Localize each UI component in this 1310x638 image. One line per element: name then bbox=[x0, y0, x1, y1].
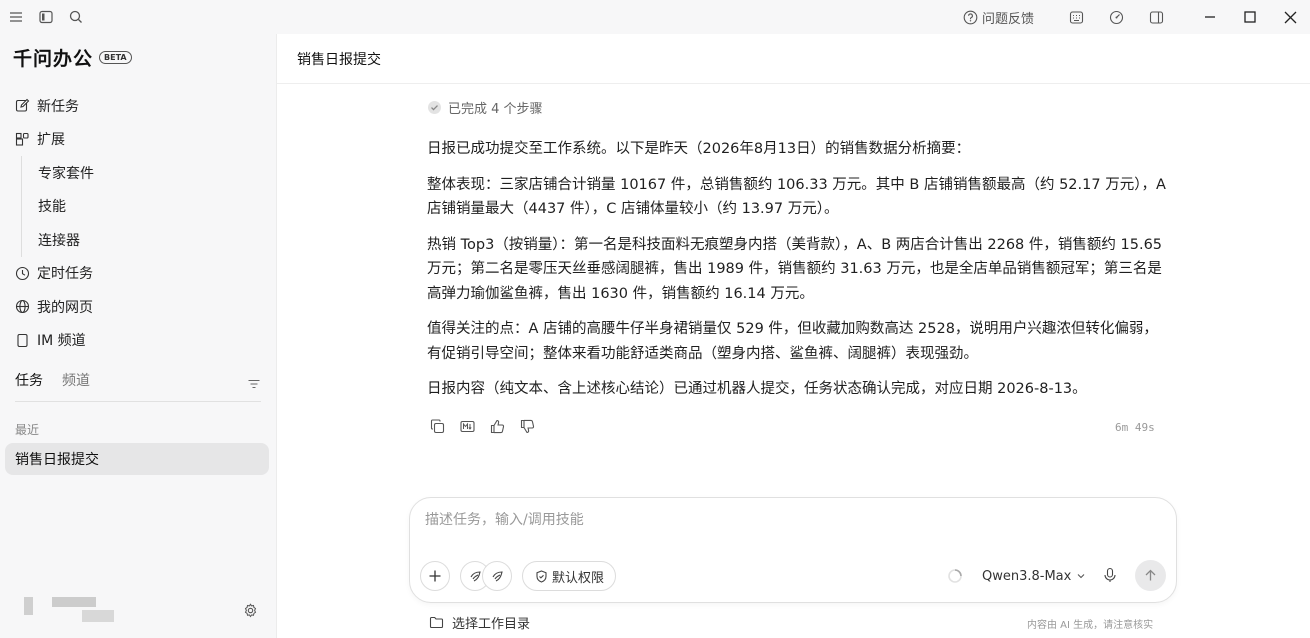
clock-icon bbox=[15, 266, 30, 280]
steps-summary[interactable]: 已完成 4 个步骤 bbox=[427, 98, 543, 117]
shield-icon bbox=[536, 569, 547, 583]
arrow-up-icon bbox=[1145, 569, 1156, 581]
workdir-label: 选择工作目录 bbox=[452, 617, 531, 632]
add-button[interactable] bbox=[420, 561, 450, 591]
extension-icon bbox=[15, 132, 29, 146]
main-panel: 销售日报提交 已完成 4 个步骤 日报已成功提交至工作系统。以下是昨天（2026… bbox=[276, 34, 1310, 638]
sidebar-item-label: 技能 bbox=[38, 199, 66, 216]
check-circle-icon bbox=[428, 101, 441, 114]
panel-toggle-icon[interactable] bbox=[1136, 0, 1176, 34]
sidebar-item-label: 连接器 bbox=[38, 232, 80, 249]
message-paragraph: 热销 Top3（按销量）：第一名是科技面料无痕塑身内搭（美背款），A、B 两店合… bbox=[427, 236, 1163, 302]
sidebar-item-label: 专家套件 bbox=[38, 165, 94, 182]
sidebar-item-connectors[interactable]: 连接器 bbox=[0, 223, 276, 257]
avatar[interactable] bbox=[24, 597, 33, 615]
minimize-icon[interactable] bbox=[1190, 0, 1230, 34]
copy-icon[interactable] bbox=[429, 418, 446, 439]
skill-button[interactable] bbox=[482, 561, 512, 591]
assistant-message: 日报已成功提交至工作系统。以下是昨天（2026年8月13日）的销售数据分析摘要：… bbox=[427, 137, 1167, 413]
loading-spinner-icon bbox=[947, 568, 963, 588]
markdown-icon[interactable] bbox=[459, 418, 476, 439]
user-info-blurred bbox=[82, 610, 114, 622]
keyboard-icon[interactable] bbox=[1056, 0, 1096, 34]
skill-icon bbox=[492, 570, 503, 581]
sidebar-item-scheduled[interactable]: 定时任务 bbox=[0, 257, 276, 291]
recent-label: 最近 bbox=[15, 423, 40, 437]
model-select[interactable]: Qwen3.8-Max bbox=[982, 561, 1086, 591]
composer: 默认权限 Qwen3.8-Max bbox=[409, 497, 1177, 603]
task-input[interactable] bbox=[425, 512, 1145, 528]
elapsed-time: 6m 49s bbox=[1115, 421, 1155, 434]
close-icon[interactable] bbox=[1270, 0, 1310, 34]
titlebar: 问题反馈 bbox=[0, 0, 1310, 34]
sidebar-item-label: 我的网页 bbox=[37, 299, 93, 316]
sidebar-item-extensions[interactable]: 扩展 bbox=[0, 123, 276, 157]
thumbs-down-icon[interactable] bbox=[519, 418, 536, 439]
brand: 千问办公 BETA bbox=[13, 44, 132, 71]
model-label: Qwen3.8-Max bbox=[982, 568, 1072, 584]
globe-icon bbox=[15, 300, 30, 314]
help-icon bbox=[963, 10, 978, 24]
permission-button[interactable]: 默认权限 bbox=[522, 561, 617, 591]
ai-disclaimer: 内容由 AI 生成，请注意核实 bbox=[1027, 620, 1154, 631]
message-paragraph: 日报已成功提交至工作系统。以下是昨天（2026年8月13日）的销售数据分析摘要： bbox=[427, 141, 971, 157]
beta-badge: BETA bbox=[99, 51, 132, 64]
select-workdir-button[interactable]: 选择工作目录 bbox=[429, 613, 530, 632]
feedback-button[interactable]: 问题反馈 bbox=[963, 8, 1034, 27]
tab-channels[interactable]: 频道 bbox=[62, 370, 90, 402]
send-button[interactable] bbox=[1135, 560, 1166, 591]
sidebar-item-label: 扩展 bbox=[37, 132, 65, 149]
sidebar-toggle-icon[interactable] bbox=[39, 10, 53, 24]
brand-name: 千问办公 bbox=[13, 48, 94, 70]
sidebar-item-webpages[interactable]: 我的网页 bbox=[0, 290, 276, 324]
message-paragraph: 整体表现：三家店铺合计销量 10167 件，总销售额约 106.33 万元。其中… bbox=[427, 176, 1166, 218]
message-paragraph: 日报内容（纯文本、含上述核心结论）已通过机器人提交，任务状态确认完成，对应日期 … bbox=[427, 381, 1087, 397]
task-item-label: 销售日报提交 bbox=[15, 452, 99, 468]
sidebar-item-skills[interactable]: 技能 bbox=[0, 189, 276, 224]
sidebar-item-expert-suite[interactable]: 专家套件 bbox=[0, 156, 276, 190]
message-paragraph: 值得关注的点：A 店铺的高腰牛仔半身裙销量仅 529 件，但收藏加购数高达 25… bbox=[427, 321, 1158, 362]
sidebar-item-label: IM 频道 bbox=[37, 333, 86, 350]
sidebar-item-label: 定时任务 bbox=[37, 266, 93, 283]
menu-icon[interactable] bbox=[9, 10, 23, 24]
tab-tasks[interactable]: 任务 bbox=[15, 370, 43, 402]
maximize-icon[interactable] bbox=[1230, 0, 1270, 34]
sidebar-nav: 新任务 扩展 专家套件 技能 连接器 定时任务 我的网页 IM 频道 bbox=[0, 89, 276, 357]
chevron-down-icon bbox=[1077, 574, 1085, 579]
gear-icon[interactable] bbox=[243, 603, 258, 622]
sidebar: 千问办公 BETA 新任务 扩展 专家套件 技能 连接器 定时任务 我的网页 I… bbox=[0, 34, 276, 638]
app-window: 问题反馈 千问办公 BETA 新任务 扩展 专家套件 技能 连接器 定时任务 我… bbox=[0, 0, 1310, 638]
plus-icon bbox=[429, 570, 441, 582]
filter-icon[interactable] bbox=[247, 376, 261, 395]
phone-icon bbox=[17, 333, 28, 347]
microphone-icon[interactable] bbox=[1102, 567, 1118, 587]
sidebar-item-im-channel[interactable]: IM 频道 bbox=[0, 324, 276, 358]
feedback-label: 问题反馈 bbox=[981, 11, 1034, 27]
list-item[interactable]: 销售日报提交 bbox=[5, 443, 269, 475]
search-icon[interactable] bbox=[69, 10, 83, 24]
folder-icon bbox=[429, 616, 444, 629]
edit-icon bbox=[15, 98, 30, 112]
sidebar-tabs: 任务 频道 bbox=[15, 370, 261, 402]
permission-label: 默认权限 bbox=[552, 570, 605, 586]
user-name-blurred bbox=[52, 597, 96, 607]
steps-label: 已完成 4 个步骤 bbox=[448, 102, 543, 117]
sidebar-item-label: 新任务 bbox=[37, 98, 79, 115]
skill-icon bbox=[470, 570, 481, 581]
dashboard-icon[interactable] bbox=[1096, 0, 1136, 34]
sidebar-item-new-task[interactable]: 新任务 bbox=[0, 89, 276, 123]
thumbs-up-icon[interactable] bbox=[489, 418, 506, 439]
message-actions bbox=[429, 418, 536, 439]
page-title: 销售日报提交 bbox=[277, 34, 1310, 84]
